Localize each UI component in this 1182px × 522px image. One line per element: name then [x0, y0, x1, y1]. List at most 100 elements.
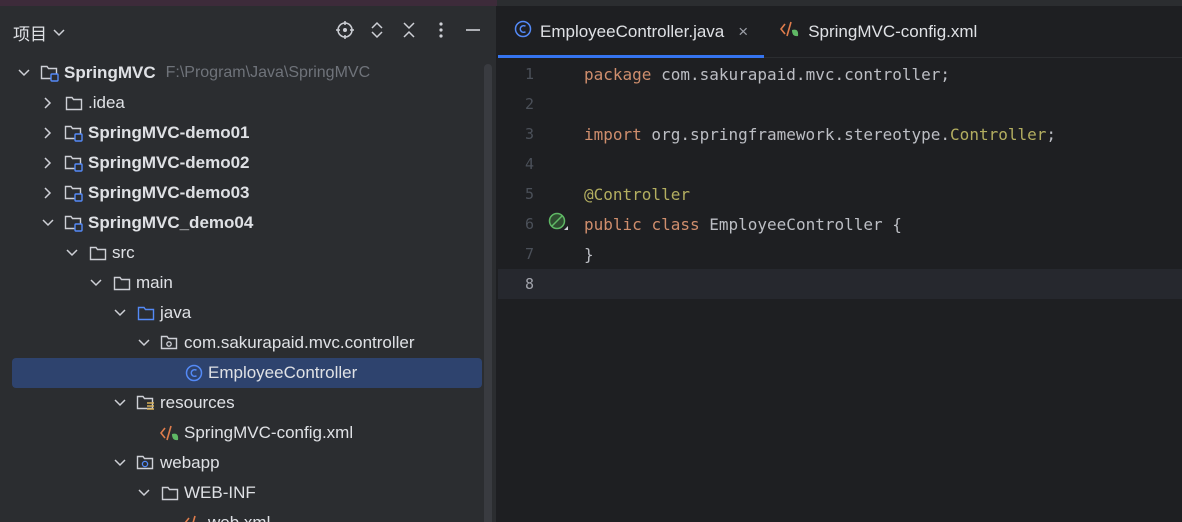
tree-item[interactable]: SpringMVC F:\Program\Java\SpringMVC [12, 58, 482, 88]
chevron-down-icon[interactable] [112, 305, 128, 321]
tree-item-label: com.sakurapaid.mvc.controller [184, 333, 415, 352]
tree-item[interactable]: SpringMVC-demo01 [12, 118, 482, 148]
tree-item[interactable]: WEB-INF [12, 478, 482, 508]
line-number: 7 [524, 245, 534, 263]
chevron-down-icon[interactable] [88, 275, 104, 291]
chevron-down-icon[interactable] [40, 215, 56, 231]
resources-folder-icon [136, 393, 156, 413]
tree-item-label: .idea [88, 93, 125, 112]
chevron-right-icon[interactable] [40, 185, 56, 201]
web-folder-icon [136, 453, 156, 473]
java-class-icon [514, 20, 532, 43]
spring-xml-icon [780, 20, 800, 43]
folder-icon [112, 273, 132, 293]
package-icon [160, 333, 180, 353]
tree-item[interactable]: SpringMVC-demo02 [12, 148, 482, 178]
line-number: 6 [524, 215, 534, 233]
chevron-down-icon [53, 25, 65, 40]
tab-label: EmployeeController.java [540, 21, 725, 41]
module-folder-icon [64, 183, 84, 203]
tree-item-label: SpringMVC [64, 63, 156, 82]
close-icon[interactable]: × [738, 22, 748, 42]
tree-item-label: WEB-INF [184, 483, 256, 502]
code-line: 6 public class EmployeeController { [498, 209, 1182, 239]
code-line: 1 package com.sakurapaid.mvc.controller; [498, 59, 1182, 89]
project-tree-scrollbar[interactable] [484, 64, 492, 522]
gutter [534, 179, 584, 209]
chevron-right-icon[interactable] [40, 95, 56, 111]
chevron-right-icon[interactable] [40, 125, 56, 141]
project-panel: 项目 SpringMVC F:\Program\Java\SpringMVC .id… [0, 6, 497, 522]
tree-item[interactable]: webapp [12, 448, 482, 478]
editor-tabs: EmployeeController.java × SpringMVC-conf… [498, 6, 1182, 58]
tree-item[interactable]: java [12, 298, 482, 328]
tree-item[interactable]: EmployeeController [12, 358, 482, 388]
gutter [534, 239, 584, 269]
chevron-down-icon[interactable] [136, 335, 152, 351]
code-line: 2 [498, 89, 1182, 119]
line-number: 8 [524, 275, 534, 293]
tree-item[interactable]: SpringMVC_demo04 [12, 208, 482, 238]
gutter [534, 209, 584, 239]
tab-springmvc-config[interactable]: SpringMVC-config.xml [764, 6, 993, 57]
spring-bean-gutter-icon[interactable] [548, 212, 570, 236]
chevron-down-icon[interactable] [112, 395, 128, 411]
folder-icon [88, 243, 108, 263]
tree-item-label: SpringMVC-demo03 [88, 183, 250, 202]
code-text: package com.sakurapaid.mvc.controller; [584, 64, 951, 84]
folder-icon [64, 93, 84, 113]
module-folder-icon [64, 153, 84, 173]
module-folder-icon [64, 213, 84, 233]
chevron-down-icon[interactable] [64, 245, 80, 261]
tree-item-label: SpringMVC-demo02 [88, 153, 250, 172]
spring-xml-icon [160, 423, 180, 443]
tree-item-label: resources [160, 393, 235, 412]
project-panel-actions [336, 20, 482, 40]
tree-item[interactable]: SpringMVC-demo03 [12, 178, 482, 208]
tab-employee-controller[interactable]: EmployeeController.java × [498, 6, 765, 58]
chevron-right-icon[interactable] [40, 155, 56, 171]
chevron-down-icon[interactable] [16, 65, 32, 81]
line-number: 5 [524, 185, 534, 203]
module-folder-icon [40, 63, 60, 83]
gutter [534, 269, 584, 299]
tree-item[interactable]: src [12, 238, 482, 268]
folder-icon [160, 483, 180, 503]
line-number: 3 [524, 125, 534, 143]
source-folder-icon [136, 303, 156, 323]
tree-item-label: EmployeeController [208, 363, 358, 382]
tree-item[interactable]: resources [12, 388, 482, 418]
more-options-icon[interactable] [432, 20, 450, 40]
tree-item[interactable]: .idea [12, 88, 482, 118]
tree-item[interactable]: main [12, 268, 482, 298]
code-text: @Controller [584, 184, 690, 204]
hide-panel-icon[interactable] [464, 20, 482, 40]
code-text: } [584, 244, 594, 264]
tree-item[interactable]: web.xml [12, 508, 482, 522]
code-line: 7 } [498, 239, 1182, 269]
editor-area: EmployeeController.java × SpringMVC-conf… [498, 6, 1182, 522]
line-number: 1 [524, 65, 534, 83]
tree-item-label: src [112, 243, 135, 262]
gutter [534, 119, 584, 149]
collapse-all-icon[interactable] [400, 20, 418, 40]
gutter [534, 149, 584, 179]
tree-item[interactable]: SpringMVC-config.xml [12, 418, 482, 448]
code-text: import org.springframework.stereotype.Co… [584, 124, 1057, 144]
tree-item[interactable]: com.sakurapaid.mvc.controller [12, 328, 482, 358]
gutter [534, 59, 584, 89]
locate-icon[interactable] [336, 20, 354, 40]
code-text: public class EmployeeController { [584, 214, 902, 234]
project-view-selector[interactable]: 项目 [13, 20, 65, 45]
xml-file-icon [184, 513, 204, 522]
gutter [534, 89, 584, 119]
module-folder-icon [64, 123, 84, 143]
code-line: 3 import org.springframework.stereotype.… [498, 119, 1182, 149]
expand-all-icon[interactable] [368, 20, 386, 40]
code-line: 4 [498, 149, 1182, 179]
chevron-down-icon[interactable] [136, 485, 152, 501]
chevron-down-icon[interactable] [112, 455, 128, 471]
